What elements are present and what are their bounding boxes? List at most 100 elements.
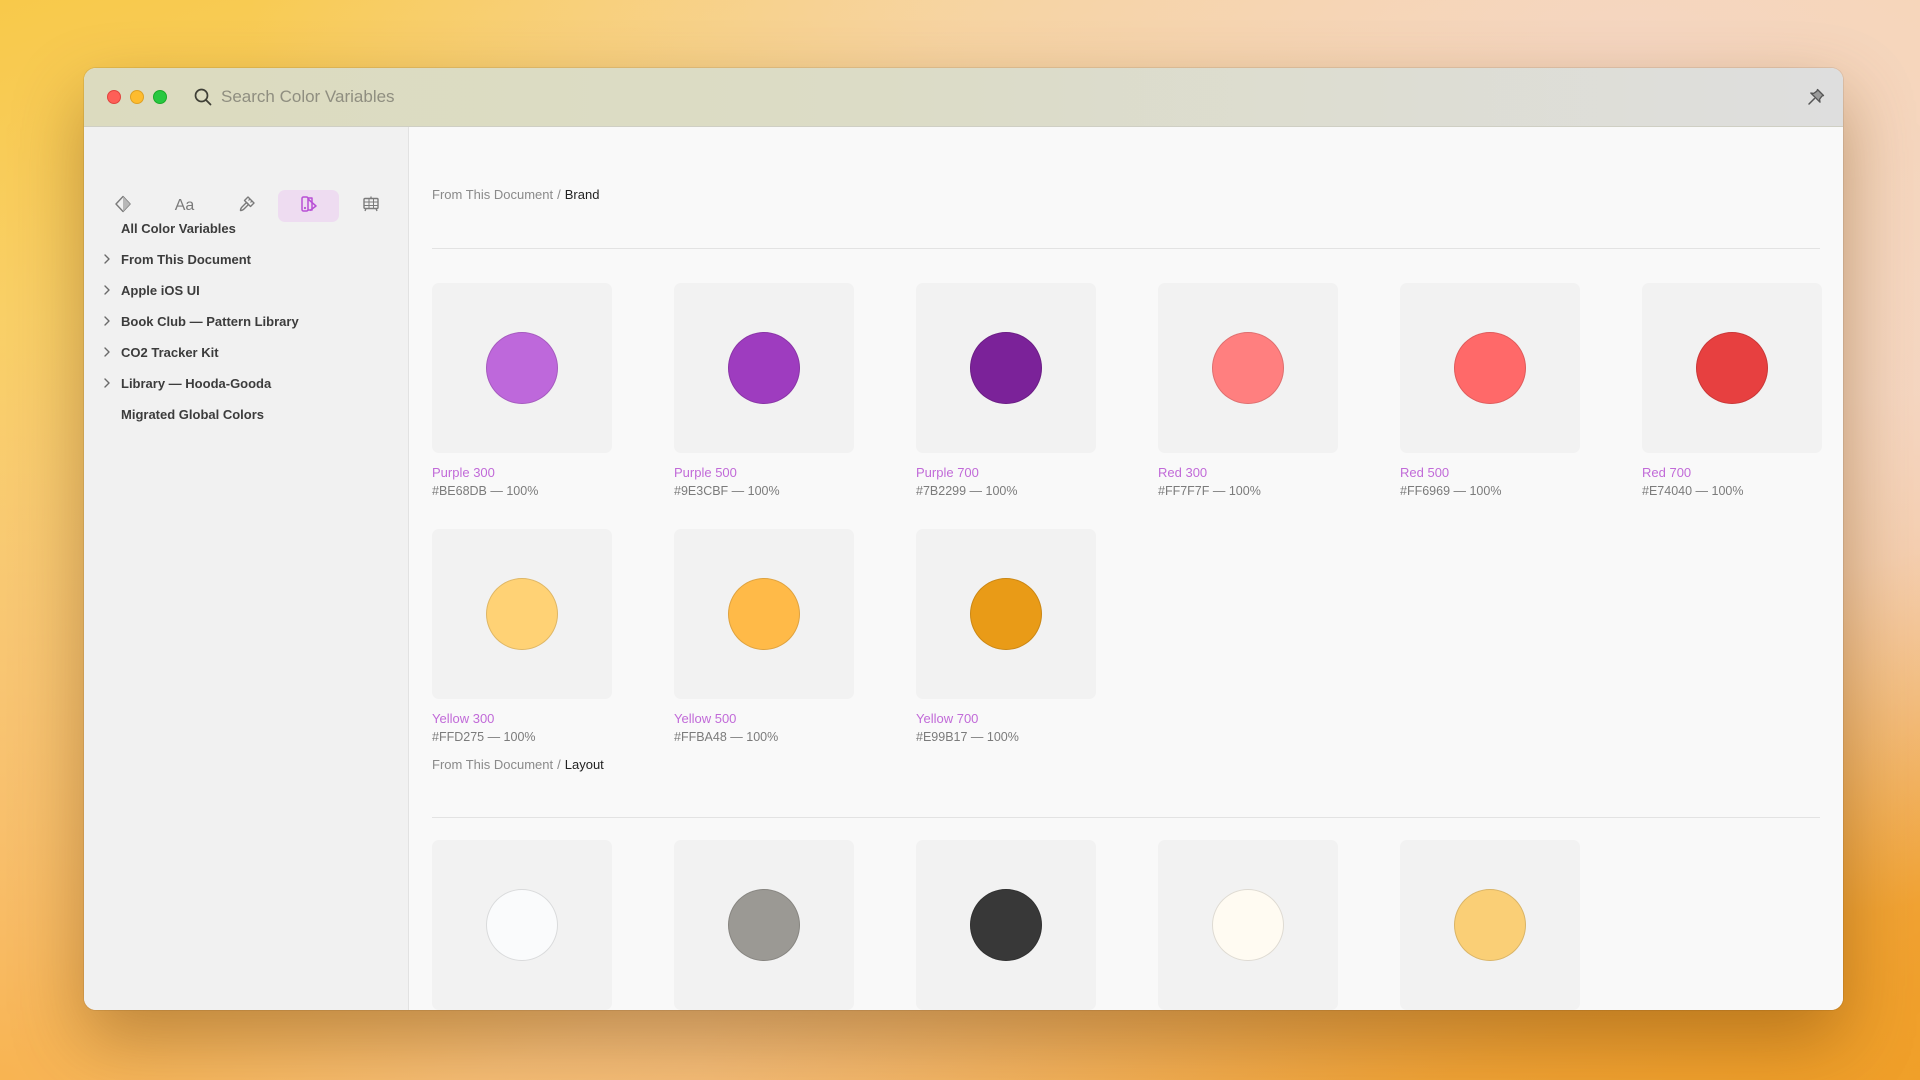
color-name: Purple 700 bbox=[916, 465, 979, 480]
color-preview-tile[interactable] bbox=[1400, 840, 1580, 1010]
color-preview-tile[interactable] bbox=[674, 529, 854, 699]
color-preview-tile[interactable] bbox=[916, 283, 1096, 453]
color-preview-tile[interactable] bbox=[916, 840, 1096, 1010]
color-preview-tile[interactable] bbox=[1158, 840, 1338, 1010]
color-variable-card[interactable]: Gray 50#FAFBFC — 100% bbox=[432, 840, 612, 1010]
nav-item-library-hooda-gooda[interactable]: Library — Hooda-Gooda bbox=[84, 368, 408, 399]
color-swatch bbox=[1212, 889, 1284, 961]
section-header-layout: From This Document / Layout bbox=[432, 757, 604, 772]
color-variable-card[interactable]: Yellow 700 #E99B17 — 100% bbox=[916, 529, 1096, 746]
color-preview-tile[interactable] bbox=[674, 283, 854, 453]
color-preview-tile[interactable] bbox=[1400, 283, 1580, 453]
color-preview-tile[interactable] bbox=[432, 529, 612, 699]
color-variable-card[interactable]: Purple 700 #7B2299 — 100% bbox=[916, 283, 1096, 500]
color-variable-card[interactable]: Purple 500 #9E3CBF — 100% bbox=[674, 283, 854, 500]
sidebar: Aa All Color Variables From This Documen… bbox=[84, 127, 409, 1010]
color-hex-opacity: #E99B17 — 100% bbox=[916, 730, 1019, 744]
color-preview-tile[interactable] bbox=[432, 840, 612, 1010]
nav-item-label: Library — Hooda-Gooda bbox=[121, 376, 272, 391]
color-swatch bbox=[728, 889, 800, 961]
nav-item-label: CO2 Tracker Kit bbox=[121, 345, 219, 360]
chevron-right-icon[interactable] bbox=[102, 253, 112, 265]
nav-item-label: From This Document bbox=[121, 252, 252, 267]
breadcrumb-current: Layout bbox=[564, 757, 604, 772]
color-preview-tile[interactable] bbox=[1158, 283, 1338, 453]
color-hex-opacity: #9E3CBF — 100% bbox=[674, 484, 780, 498]
color-hex-opacity: #BE68DB — 100% bbox=[432, 484, 539, 498]
color-variable-card[interactable]: Surface Yellow 100#FFFBF2 — 100% bbox=[1158, 840, 1338, 1010]
color-variable-card[interactable]: Red 700 #E74040 — 100% bbox=[1642, 283, 1822, 500]
chevron-right-icon[interactable] bbox=[102, 377, 112, 389]
nav-item-book-club-pattern-library[interactable]: Book Club — Pattern Library bbox=[84, 306, 408, 337]
color-name: Red 700 bbox=[1642, 465, 1692, 480]
color-variable-card[interactable]: Red 500 #FF6969 — 100% bbox=[1400, 283, 1580, 500]
section-divider bbox=[432, 817, 1820, 818]
chevron-right-icon[interactable] bbox=[102, 346, 112, 358]
color-variable-card[interactable]: Gray 500#9B9994 — 100% bbox=[674, 840, 854, 1010]
color-variable-card[interactable]: Purple 300 #BE68DB — 100% bbox=[432, 283, 612, 500]
search-input[interactable] bbox=[221, 87, 1621, 107]
nav-item-all-color-variables[interactable]: All Color Variables bbox=[84, 213, 408, 244]
color-swatch bbox=[728, 332, 800, 404]
pin-icon[interactable] bbox=[1805, 86, 1827, 108]
color-preview-tile[interactable] bbox=[916, 529, 1096, 699]
breadcrumb-parent[interactable]: From This Document bbox=[432, 187, 553, 202]
color-variable-card[interactable]: Yellow 500 #FFBA48 — 100% bbox=[674, 529, 854, 746]
color-hex-opacity: #E74040 — 100% bbox=[1642, 484, 1744, 498]
color-name: Yellow 500 bbox=[674, 711, 737, 726]
nav-item-co2-tracker-kit[interactable]: CO2 Tracker Kit bbox=[84, 337, 408, 368]
breadcrumb-current: Brand bbox=[564, 187, 600, 202]
color-swatch bbox=[970, 578, 1042, 650]
nav-item-migrated-global-colors[interactable]: Migrated Global Colors bbox=[84, 399, 408, 430]
color-hex-opacity: #FF6969 — 100% bbox=[1400, 484, 1502, 498]
zoom-window-button[interactable] bbox=[153, 90, 167, 104]
section-header-brand: From This Document / Brand bbox=[432, 187, 599, 202]
color-swatch bbox=[1454, 889, 1526, 961]
color-swatch bbox=[1212, 332, 1284, 404]
color-variable-card[interactable]: Surface Yellow 500#FACF76 — 100% bbox=[1400, 840, 1580, 1010]
nav-item-label: All Color Variables bbox=[121, 221, 236, 236]
color-swatch bbox=[486, 332, 558, 404]
window-controls bbox=[107, 90, 167, 104]
color-variable-card[interactable]: Red 300 #FF7F7F — 100% bbox=[1158, 283, 1338, 500]
color-name: Red 300 bbox=[1158, 465, 1208, 480]
search-icon bbox=[193, 87, 213, 107]
color-name: Red 500 bbox=[1400, 465, 1450, 480]
chevron-right-icon[interactable] bbox=[102, 315, 112, 327]
color-variables-window: Aa All Color Variables bbox=[84, 68, 1843, 1010]
chevron-right-icon[interactable] bbox=[102, 284, 112, 296]
title-bar bbox=[84, 68, 1843, 127]
color-swatch bbox=[486, 578, 558, 650]
color-name: Yellow 700 bbox=[916, 711, 979, 726]
nav-item-from-this-document[interactable]: From This Document bbox=[84, 244, 408, 275]
color-variable-card[interactable]: Gray 900#383838 — 100% bbox=[916, 840, 1096, 1010]
color-preview-tile[interactable] bbox=[1642, 283, 1822, 453]
color-hex-opacity: #FFD275 — 100% bbox=[432, 730, 536, 744]
color-name: Yellow 300 bbox=[432, 711, 495, 726]
color-preview-tile[interactable] bbox=[674, 840, 854, 1010]
color-name: Purple 300 bbox=[432, 465, 495, 480]
color-swatch bbox=[486, 889, 558, 961]
color-swatch bbox=[1454, 332, 1526, 404]
color-swatch bbox=[970, 332, 1042, 404]
nav-item-label: Apple iOS UI bbox=[121, 283, 200, 298]
color-variables-grid: From This Document / Brand Purple 300 #BE68… bbox=[409, 127, 1843, 1010]
breadcrumb-separator: / bbox=[557, 757, 561, 772]
color-swatch bbox=[1696, 332, 1768, 404]
color-name: Purple 500 bbox=[674, 465, 737, 480]
color-swatch bbox=[970, 889, 1042, 961]
nav-item-label: Book Club — Pattern Library bbox=[121, 314, 299, 329]
breadcrumb-parent[interactable]: From This Document bbox=[432, 757, 553, 772]
nav-item-label: Migrated Global Colors bbox=[121, 407, 265, 422]
color-preview-tile[interactable] bbox=[432, 283, 612, 453]
color-variable-card[interactable]: Yellow 300 #FFD275 — 100% bbox=[432, 529, 612, 746]
nav-item-apple-ios-ui[interactable]: Apple iOS UI bbox=[84, 275, 408, 306]
color-hex-opacity: #7B2299 — 100% bbox=[916, 484, 1018, 498]
breadcrumb-separator: / bbox=[557, 187, 561, 202]
color-hex-opacity: #FF7F7F — 100% bbox=[1158, 484, 1261, 498]
color-swatch bbox=[728, 578, 800, 650]
library-nav: All Color Variables From This Document A… bbox=[84, 213, 408, 430]
minimize-window-button[interactable] bbox=[130, 90, 144, 104]
close-window-button[interactable] bbox=[107, 90, 121, 104]
color-hex-opacity: #FFBA48 — 100% bbox=[674, 730, 779, 744]
